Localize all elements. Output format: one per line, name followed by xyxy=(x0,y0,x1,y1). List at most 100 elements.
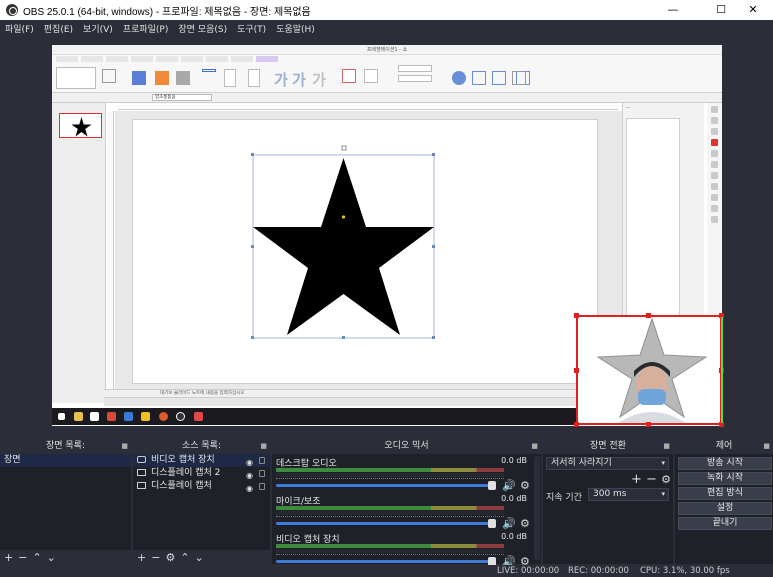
transition-select[interactable]: 서서히 사라지기 ▾ xyxy=(546,457,669,470)
status-bar: LIVE: 00:00:00 REC: 00:00:00 CPU: 3.1%, … xyxy=(0,565,773,577)
monitor-icon xyxy=(137,482,146,489)
slide-thumbnail-pane xyxy=(52,103,106,403)
speaker-icon[interactable]: 🔊 xyxy=(502,517,516,530)
controls-dock: 제어 ■ 방송 시작 녹화 시작 편집 방식 설정 끝내기 xyxy=(675,438,773,564)
dock-float-icon[interactable]: ■ xyxy=(531,438,538,454)
gear-icon[interactable]: ⚙ xyxy=(661,473,671,486)
star-shape xyxy=(251,145,435,339)
menu-edit[interactable]: 편집(E) xyxy=(39,22,78,35)
remove-source-button[interactable]: − xyxy=(151,551,160,564)
volume-slider[interactable] xyxy=(276,560,492,563)
mixer-channel-desktop: 데스크탑 오디오 0.0 dB 🔊 ⚙ xyxy=(276,456,530,492)
webcam-feed xyxy=(578,317,720,423)
menu-scene-collection[interactable]: 장면 모음(S) xyxy=(173,22,232,35)
remove-scene-button[interactable]: − xyxy=(18,551,27,564)
dock-float-icon[interactable]: ■ xyxy=(763,438,770,454)
dock-float-icon[interactable]: ■ xyxy=(121,438,128,454)
start-recording-button[interactable]: 녹화 시작 xyxy=(678,472,772,485)
scenes-dock: 장면 목록: ■ 장면 + − ⌃ ⌄ xyxy=(0,438,131,564)
sources-dock: 소스 목록: ■ 비디오 캡처 장치 ◉ 디스플레이 캡처 2 ◉ 디스플레이 캡… xyxy=(133,438,270,564)
captured-toolbar-row: 함초롬돋움 xyxy=(52,93,722,103)
glyph-2: 가 xyxy=(292,71,306,89)
obs-taskbar-icon xyxy=(176,412,185,421)
transition-tools: + − ⚙ xyxy=(631,472,671,487)
green-crop-edge xyxy=(721,317,723,423)
speaker-icon[interactable]: 🔊 xyxy=(502,479,516,492)
menu-file[interactable]: 파일(F) xyxy=(0,22,39,35)
spin-icon: ▾ xyxy=(661,490,665,498)
add-source-button[interactable]: + xyxy=(137,551,146,564)
lock-icon[interactable] xyxy=(259,483,265,490)
camera-icon xyxy=(137,456,146,463)
controls-title: 제어 xyxy=(715,441,733,451)
dock-area: 장면 목록: ■ 장면 + − ⌃ ⌄ 소스 목록: ■ 비디오 캡처 장치 ◉ 디… xyxy=(0,438,773,568)
presentation-app-icon xyxy=(194,412,203,421)
rec-timer: REC: 00:00:00 xyxy=(568,566,629,576)
captured-ribbon: 가 가 가 xyxy=(52,55,722,93)
volume-knob[interactable] xyxy=(488,481,496,490)
dock-float-icon[interactable]: ■ xyxy=(663,438,670,454)
exit-button[interactable]: 끝내기 xyxy=(678,517,772,530)
volume-knob[interactable] xyxy=(488,519,496,528)
mixer-title: 오디오 믹서 xyxy=(384,441,429,451)
lock-icon[interactable] xyxy=(259,470,265,477)
eye-icon[interactable]: ◉ xyxy=(246,482,253,495)
add-scene-button[interactable]: + xyxy=(4,551,13,564)
source-item-video-capture[interactable]: 비디오 캡처 장치 ◉ xyxy=(133,454,270,467)
sources-title: 소스 목록 xyxy=(181,441,218,451)
close-button[interactable]: ✕ xyxy=(733,0,773,20)
duration-spinbox[interactable]: 300 ms ▾ xyxy=(588,488,669,501)
mixer-scrollbar[interactable] xyxy=(534,456,540,560)
dock-float-icon[interactable]: ■ xyxy=(260,438,267,454)
duration-label: 지속 기간 xyxy=(546,493,582,503)
menu-view[interactable]: 보기(V) xyxy=(78,22,118,35)
transitions-dock: 장면 전환 ■ 서서히 사라지기 ▾ + − ⚙ 지속 기간 300 ms ▾ xyxy=(543,438,673,564)
glyph-1: 가 xyxy=(274,71,288,89)
add-transition-button[interactable]: + xyxy=(631,472,642,487)
cpu-fps: CPU: 3.1%, 30.00 fps xyxy=(640,566,730,576)
remove-transition-button[interactable]: − xyxy=(646,472,657,487)
gear-icon[interactable]: ⚙ xyxy=(520,479,530,492)
volume-slider[interactable] xyxy=(276,484,492,487)
slide-page xyxy=(132,119,598,384)
move-up-icon[interactable]: ⌃ xyxy=(180,551,189,564)
start-streaming-button[interactable]: 방송 시작 xyxy=(678,457,772,470)
chevron-down-icon: ▾ xyxy=(661,459,665,467)
window-title: OBS 25.0.1 (64-bit, windows) - 프로파일: 제목없… xyxy=(23,6,311,18)
scenes-title: 장면 목록 xyxy=(45,441,82,451)
glyph-3: 가 xyxy=(312,71,326,89)
source-item-display-capture-2[interactable]: 디스플레이 캡처 2 ◉ xyxy=(133,467,270,480)
move-down-icon[interactable]: ⌄ xyxy=(195,551,204,564)
gear-icon[interactable]: ⚙ xyxy=(520,517,530,530)
menu-profile[interactable]: 프로파일(P) xyxy=(118,22,174,35)
captured-doc-title: 프레젠테이션1 - 쇼 xyxy=(52,45,722,55)
font-name-field: 함초롬돋움 xyxy=(152,94,212,101)
gear-icon[interactable]: ⚙ xyxy=(165,551,175,564)
title-bar: OBS 25.0.1 (64-bit, windows) - 프로파일: 제목없… xyxy=(0,0,773,20)
menu-help[interactable]: 도움말(H) xyxy=(271,22,320,35)
edge-icon xyxy=(124,412,133,421)
menu-bar: 파일(F) 편집(E) 보기(V) 프로파일(P) 장면 모음(S) 도구(T)… xyxy=(0,20,773,37)
mixer-channel-mic: 마이크/보조 0.0 dB 🔊 ⚙ xyxy=(276,494,530,530)
source-item-display-capture[interactable]: 디스플레이 캡처 ◉ xyxy=(133,480,270,493)
windows-start-icon xyxy=(58,413,65,420)
studio-mode-button[interactable]: 편집 방식 xyxy=(678,487,772,500)
app-icon-red xyxy=(107,412,116,421)
webcam-source-selection[interactable] xyxy=(574,313,724,427)
volume-slider[interactable] xyxy=(276,522,492,525)
app-icon-yellow xyxy=(141,412,150,421)
move-up-icon[interactable]: ⌃ xyxy=(32,551,41,564)
slide-thumbnail xyxy=(59,113,102,138)
transitions-title: 장면 전환 xyxy=(590,441,626,451)
lock-icon[interactable] xyxy=(259,457,265,464)
menu-tools[interactable]: 도구(T) xyxy=(232,22,271,35)
obs-logo-icon xyxy=(6,4,18,16)
firefox-icon xyxy=(159,412,168,421)
slide-canvas xyxy=(115,111,623,403)
settings-button[interactable]: 설정 xyxy=(678,502,772,515)
monitor-icon xyxy=(137,469,146,476)
scene-item[interactable]: 장면 xyxy=(0,454,131,467)
move-down-icon[interactable]: ⌄ xyxy=(47,551,56,564)
minimize-button[interactable]: — xyxy=(653,0,693,20)
file-explorer-icon xyxy=(74,412,83,421)
